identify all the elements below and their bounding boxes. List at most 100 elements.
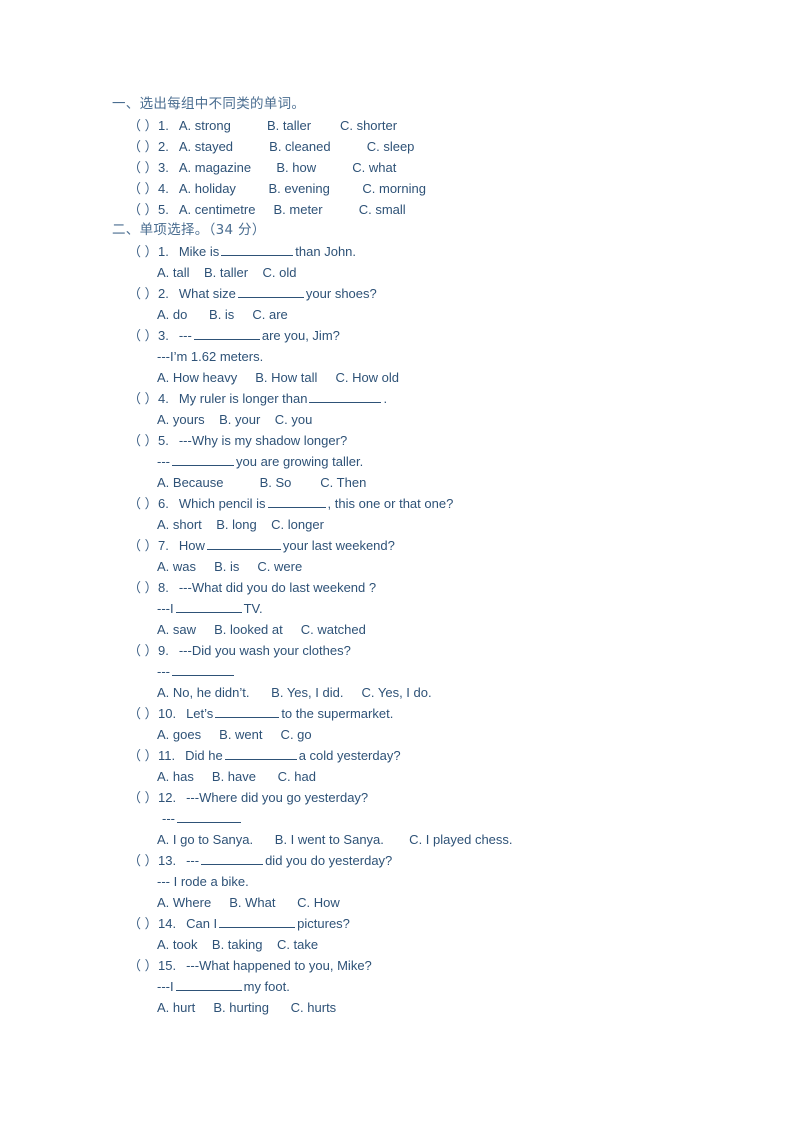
- question-row[interactable]: （ ）1. Mike is than John.: [112, 241, 712, 262]
- fill-in-blank[interactable]: [193, 327, 260, 340]
- question-row[interactable]: （ ）3. --- are you, Jim?: [112, 325, 712, 346]
- answer-bracket[interactable]: （ ）: [128, 577, 158, 598]
- question-row[interactable]: （ ）15. ---What happened to you, Mike?: [112, 955, 712, 976]
- answer-bracket[interactable]: （ ）: [128, 535, 158, 556]
- question-row[interactable]: （ ）3. A. magazine B. how C. what: [112, 157, 712, 178]
- reply-row[interactable]: ---I TV.: [112, 598, 712, 619]
- question-row[interactable]: （ ）11. Did he a cold yesterday?: [112, 745, 712, 766]
- options-row[interactable]: A. saw B. looked at C. watched: [112, 619, 712, 640]
- answer-bracket[interactable]: （ ）: [128, 283, 158, 304]
- question-row[interactable]: （ ）10. Let’s to the supermarket.: [112, 703, 712, 724]
- answer-bracket[interactable]: （ ）: [128, 115, 158, 136]
- reply-row[interactable]: --- you are growing taller.: [112, 451, 712, 472]
- fill-in-blank[interactable]: [219, 915, 296, 928]
- question-options[interactable]: A. Where B. What C. How: [157, 895, 340, 910]
- answer-bracket[interactable]: （ ）: [128, 745, 158, 766]
- options-row[interactable]: A. Because B. So C. Then: [112, 472, 712, 493]
- question-row[interactable]: （ ）1. A. strong B. taller C. shorter: [112, 115, 712, 136]
- fill-in-blank[interactable]: [221, 243, 294, 256]
- answer-bracket[interactable]: （ ）: [128, 430, 158, 451]
- question-row[interactable]: （ ）4. A. holiday B. evening C. morning: [112, 178, 712, 199]
- question-options[interactable]: A. tall B. taller C. old: [157, 265, 296, 280]
- question-row[interactable]: （ ）6. Which pencil is , this one or that o…: [112, 493, 712, 514]
- question-row[interactable]: （ ）14. Can I pictures?: [112, 913, 712, 934]
- options-row[interactable]: A. took B. taking C. take: [112, 934, 712, 955]
- options-row[interactable]: A. yours B. your C. you: [112, 409, 712, 430]
- answer-bracket[interactable]: （ ）: [128, 199, 158, 220]
- question-row[interactable]: （ ）5. A. centimetre B. meter C. small: [112, 199, 712, 220]
- question-options[interactable]: A. strong B. taller C. shorter: [179, 118, 397, 133]
- answer-bracket[interactable]: （ ）: [128, 850, 158, 871]
- question-options[interactable]: A. magazine B. how C. what: [179, 160, 396, 175]
- question-options[interactable]: A. saw B. looked at C. watched: [157, 622, 366, 637]
- question-options[interactable]: A. yours B. your C. you: [157, 412, 312, 427]
- options-row[interactable]: A. Where B. What C. How: [112, 892, 712, 913]
- reply-row[interactable]: ---I my foot.: [112, 976, 712, 997]
- answer-bracket[interactable]: （ ）: [128, 388, 158, 409]
- options-row[interactable]: A. How heavy B. How tall C. How old: [112, 367, 712, 388]
- fill-in-blank[interactable]: [237, 285, 304, 298]
- question-options[interactable]: A. Because B. So C. Then: [157, 475, 366, 490]
- question-row[interactable]: （ ）12. ---Where did you go yesterday?: [112, 787, 712, 808]
- question-options[interactable]: A. short B. long C. longer: [157, 517, 324, 532]
- answer-bracket[interactable]: （ ）: [128, 325, 158, 346]
- options-row[interactable]: A. was B. is C. were: [112, 556, 712, 577]
- question-row[interactable]: （ ）2. What size your shoes?: [112, 283, 712, 304]
- question-number: 4.: [158, 391, 169, 406]
- question-options[interactable]: A. centimetre B. meter C. small: [179, 202, 406, 217]
- question-row[interactable]: （ ）7. How your last weekend?: [112, 535, 712, 556]
- options-row[interactable]: A. do B. is C. are: [112, 304, 712, 325]
- question-row[interactable]: （ ）9. ---Did you wash your clothes?: [112, 640, 712, 661]
- question-stem-end: to the supermarket.: [281, 706, 394, 721]
- answer-bracket[interactable]: （ ）: [128, 955, 158, 976]
- reply-row[interactable]: ---: [112, 808, 712, 829]
- answer-bracket[interactable]: （ ）: [128, 136, 158, 157]
- answer-bracket[interactable]: （ ）: [128, 178, 158, 199]
- question-options[interactable]: A. do B. is C. are: [157, 307, 288, 322]
- fill-in-blank[interactable]: [309, 390, 382, 403]
- fill-in-blank[interactable]: [175, 978, 242, 991]
- options-row[interactable]: A. short B. long C. longer: [112, 514, 712, 535]
- reply-row[interactable]: ---: [112, 661, 712, 682]
- fill-in-blank[interactable]: [201, 852, 264, 865]
- fill-in-blank[interactable]: [175, 600, 242, 613]
- options-row[interactable]: A. No, he didn’t. B. Yes, I did. C. Yes,…: [112, 682, 712, 703]
- fill-in-blank[interactable]: [172, 453, 234, 466]
- options-row[interactable]: A. tall B. taller C. old: [112, 262, 712, 283]
- question-row[interactable]: （ ）4. My ruler is longer than.: [112, 388, 712, 409]
- fill-in-blank[interactable]: [206, 537, 281, 550]
- question-options[interactable]: A. has B. have C. had: [157, 769, 316, 784]
- answer-bracket[interactable]: （ ）: [128, 703, 158, 724]
- options-row[interactable]: A. goes B. went C. go: [112, 724, 712, 745]
- fill-in-blank[interactable]: [177, 810, 241, 823]
- question-options[interactable]: A. was B. is C. were: [157, 559, 302, 574]
- answer-bracket[interactable]: （ ）: [128, 913, 158, 934]
- question-options[interactable]: A. holiday B. evening C. morning: [179, 181, 426, 196]
- question-options[interactable]: A. No, he didn’t. B. Yes, I did. C. Yes,…: [157, 685, 432, 700]
- fill-in-blank[interactable]: [267, 495, 326, 508]
- question-row[interactable]: （ ）5. ---Why is my shadow longer?: [112, 430, 712, 451]
- question-row[interactable]: （ ）8. ---What did you do last weekend ?: [112, 577, 712, 598]
- fill-in-blank[interactable]: [172, 663, 234, 676]
- options-row[interactable]: A. has B. have C. had: [112, 766, 712, 787]
- answer-bracket[interactable]: （ ）: [128, 640, 158, 661]
- question-row[interactable]: （ ）2. A. stayed B. cleaned C. sleep: [112, 136, 712, 157]
- reply-text: --- I rode a bike.: [157, 874, 249, 889]
- question-number: 8.: [158, 580, 169, 595]
- question-options[interactable]: A. goes B. went C. go: [157, 727, 312, 742]
- question-options[interactable]: A. stayed B. cleaned C. sleep: [179, 139, 415, 154]
- question-options[interactable]: A. I go to Sanya. B. I went to Sanya. C.…: [157, 832, 513, 847]
- fill-in-blank[interactable]: [215, 705, 280, 718]
- options-row[interactable]: A. I go to Sanya. B. I went to Sanya. C.…: [112, 829, 712, 850]
- fill-in-blank[interactable]: [224, 747, 297, 760]
- reply-prefix: ---I: [157, 979, 174, 994]
- answer-bracket[interactable]: （ ）: [128, 493, 158, 514]
- options-row[interactable]: A. hurt B. hurting C. hurts: [112, 997, 712, 1018]
- question-options[interactable]: A. hurt B. hurting C. hurts: [157, 1000, 336, 1015]
- question-row[interactable]: （ ）13. --- did you do yesterday?: [112, 850, 712, 871]
- answer-bracket[interactable]: （ ）: [128, 787, 158, 808]
- question-options[interactable]: A. took B. taking C. take: [157, 937, 318, 952]
- answer-bracket[interactable]: （ ）: [128, 157, 158, 178]
- answer-bracket[interactable]: （ ）: [128, 241, 158, 262]
- question-options[interactable]: A. How heavy B. How tall C. How old: [157, 370, 399, 385]
